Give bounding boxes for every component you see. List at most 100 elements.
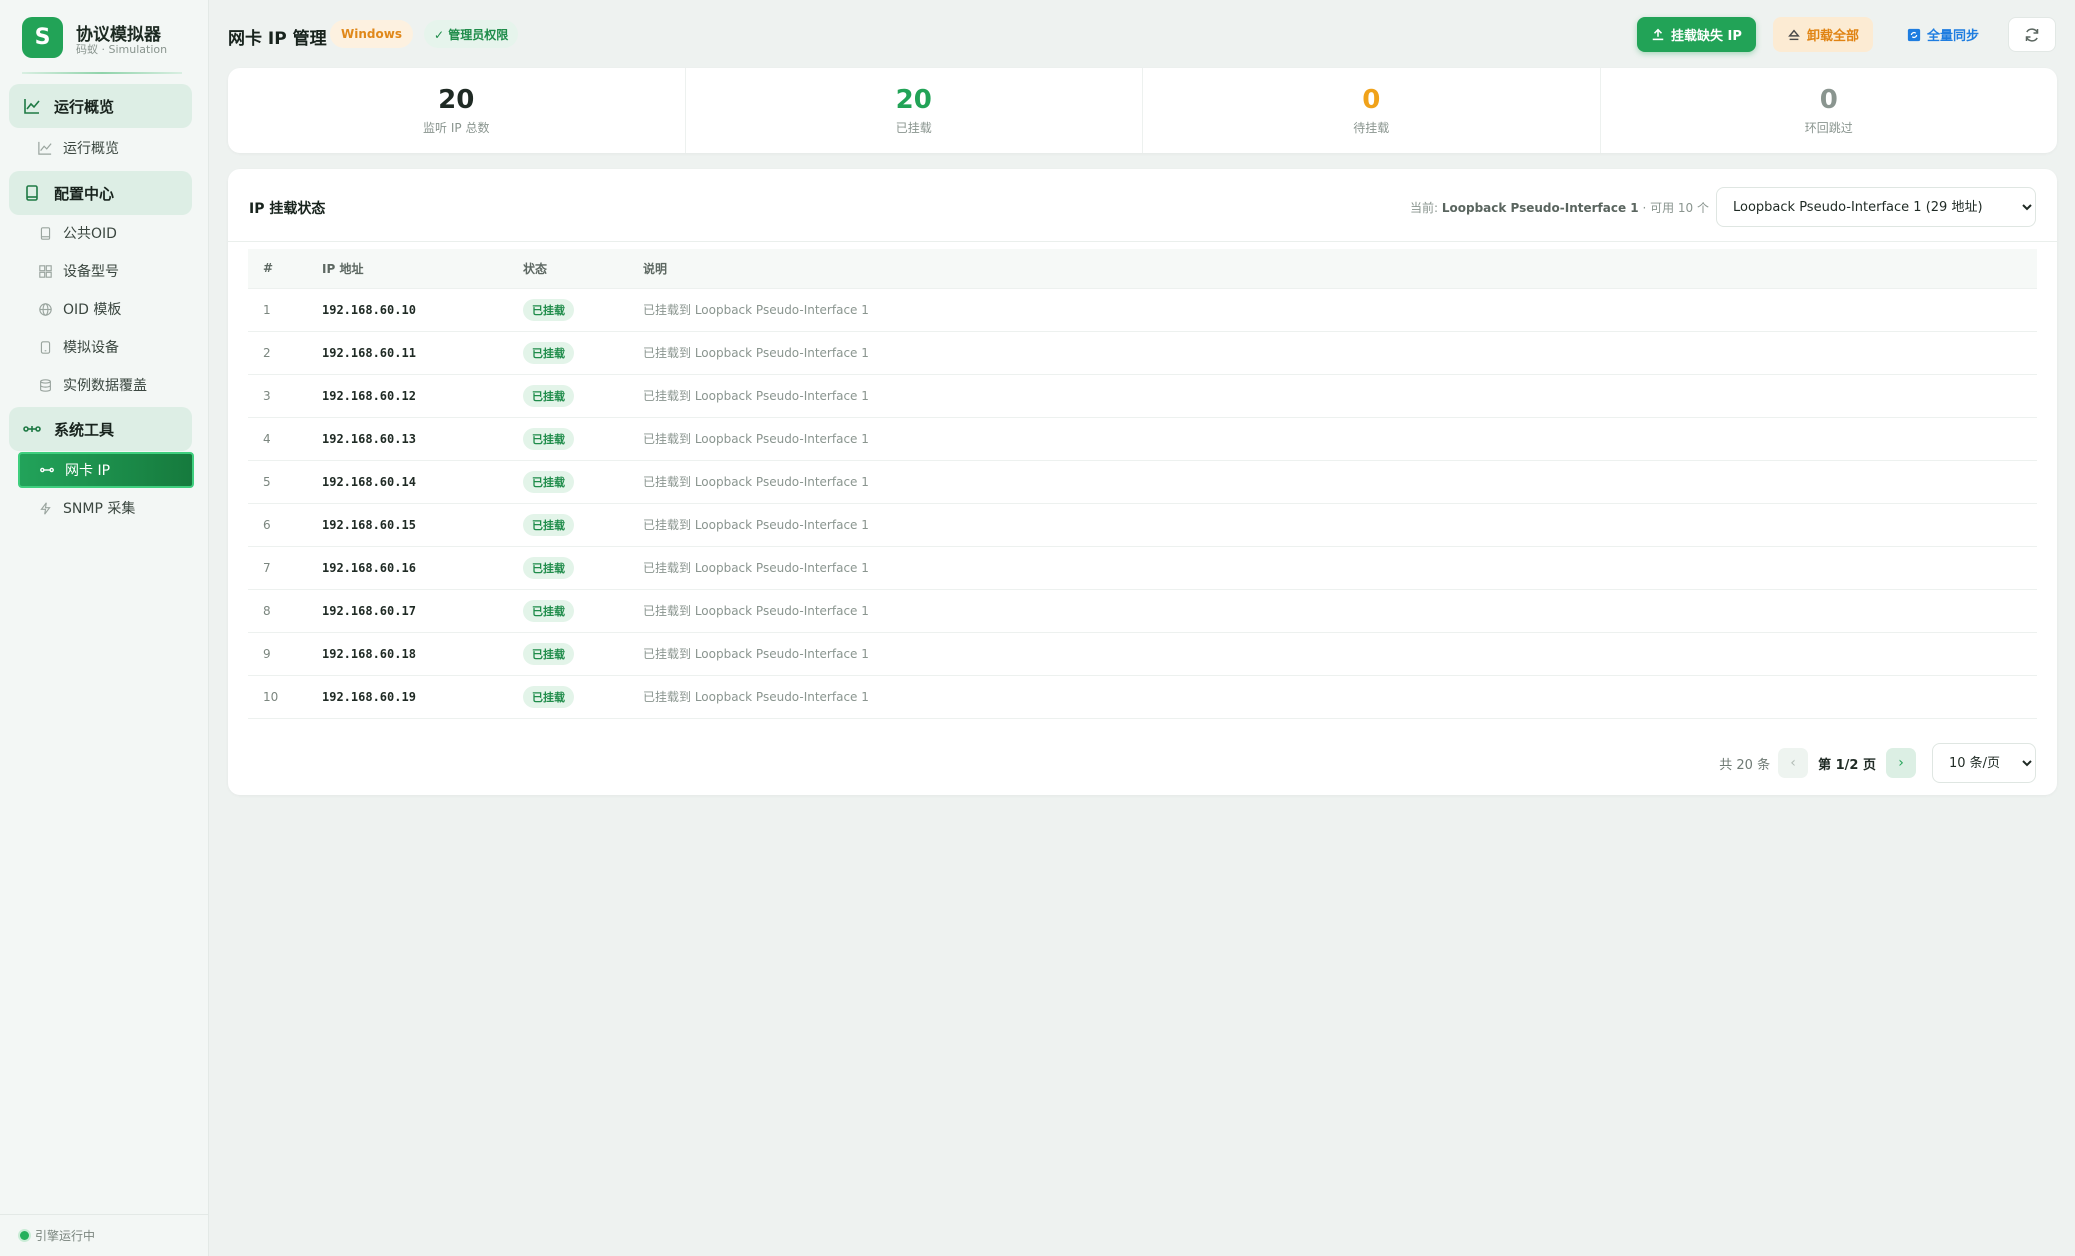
sidebar-item-label: SNMP 采集: [63, 501, 136, 517]
meta-interface: Loopback Pseudo-Interface 1: [1441, 201, 1639, 215]
stat-value: 0: [1362, 85, 1381, 115]
sidebar-item-device-model[interactable]: 设备型号: [18, 253, 194, 289]
device-icon: [38, 340, 52, 354]
description: 已挂载到 Loopback Pseudo-Interface 1: [628, 330, 2037, 374]
sidebar-item-oid-template[interactable]: OID 模板: [18, 291, 194, 327]
row-index: 2: [248, 330, 307, 374]
ip-address: 192.168.60.11: [307, 330, 508, 374]
ip-table: # IP 地址 状态 说明 1 192.168.60.10 已挂载 已挂载到 Loop…: [248, 249, 2037, 719]
ip-address: 192.168.60.17: [307, 588, 508, 632]
sidebar-item-public-oid[interactable]: 公共OID: [18, 215, 194, 251]
status-cell: 已挂载: [508, 416, 628, 460]
chevron-left-icon: ‹: [1790, 755, 1796, 771]
nav-group-config[interactable]: 配置中心: [9, 171, 192, 215]
table-row: 5 192.168.60.14 已挂载 已挂载到 Loopback Pseudo-In…: [248, 459, 2037, 503]
sidebar-item-label: OID 模板: [63, 302, 122, 318]
ip-address: 192.168.60.15: [307, 502, 508, 546]
status-cell: 已挂载: [508, 631, 628, 675]
table-header-row: # IP 地址 状态 说明: [248, 249, 2037, 288]
sidebar-item-label: 运行概览: [63, 141, 119, 157]
brand-logo: S: [22, 17, 63, 58]
nav-group-system-tools[interactable]: 系统工具: [9, 407, 192, 451]
os-badge: Windows: [330, 20, 413, 48]
ip-address: 192.168.60.12: [307, 373, 508, 417]
page-title: 网卡 IP 管理: [228, 29, 327, 49]
sidebar-item-nic-ip[interactable]: 网卡 IP: [18, 452, 194, 488]
full-sync-button[interactable]: 全量同步: [1893, 17, 1993, 52]
ip-address: 192.168.60.18: [307, 631, 508, 675]
sidebar: S 协议模拟器 码蚁 · Simulation 运行概览 运行概览 配置中心 公…: [0, 0, 209, 1256]
status-cell: 已挂载: [508, 502, 628, 546]
status-cell: 已挂载: [508, 674, 628, 719]
status-badge: 已挂载: [523, 384, 574, 407]
chevron-right-icon: ›: [1898, 755, 1904, 771]
sidebar-item-label: 模拟设备: [63, 340, 119, 356]
table-row: 3 192.168.60.12 已挂载 已挂载到 Loopback Pseudo-In…: [248, 373, 2037, 417]
description: 已挂载到 Loopback Pseudo-Interface 1: [628, 674, 2037, 719]
bolt-icon: [38, 501, 52, 515]
sidebar-item-label: 实例数据覆盖: [63, 378, 147, 394]
sidebar-item-instance-override[interactable]: 实例数据覆盖: [18, 367, 194, 403]
nav-group-label: 配置中心: [54, 184, 115, 203]
page-size-select[interactable]: 10 条/页: [1932, 743, 2036, 783]
nav-group-overview[interactable]: 运行概览: [9, 84, 192, 128]
ip-status-card: IP 挂载状态 当前: Loopback Pseudo-Interface 1 …: [228, 169, 2057, 795]
brand[interactable]: S 协议模拟器 码蚁 · Simulation: [22, 17, 202, 59]
description: 已挂载到 Loopback Pseudo-Interface 1: [628, 502, 2037, 546]
button-label: 全量同步: [1927, 29, 1980, 44]
ip-address: 192.168.60.16: [307, 545, 508, 589]
status-cell: 已挂载: [508, 459, 628, 503]
sidebar-item-snmp-collect[interactable]: SNMP 采集: [18, 490, 194, 526]
status-cell: 已挂载: [508, 287, 628, 331]
engine-status-text: 引擎运行中: [35, 1229, 96, 1243]
status-cell: 已挂载: [508, 545, 628, 589]
database-icon: [38, 378, 52, 392]
status-badge: 已挂载: [523, 599, 574, 622]
status-badge: 已挂载: [523, 298, 574, 321]
stat-total-ip: 20 监听 IP 总数: [228, 68, 686, 153]
brand-subtitle: 码蚁 · Simulation: [76, 43, 168, 56]
stat-value: 20: [438, 85, 475, 115]
status-badge: 已挂载: [523, 341, 574, 364]
unmount-all-button[interactable]: 卸载全部: [1773, 17, 1874, 52]
row-index: 8: [248, 588, 307, 632]
upload-icon: [1651, 28, 1665, 42]
stat-label: 待挂载: [1353, 121, 1390, 135]
next-page-button[interactable]: ›: [1886, 748, 1916, 778]
button-label: 挂载缺失 IP: [1671, 29, 1742, 44]
description: 已挂载到 Loopback Pseudo-Interface 1: [628, 287, 2037, 331]
mount-missing-ip-button[interactable]: 挂载缺失 IP: [1637, 17, 1756, 52]
row-index: 9: [248, 631, 307, 675]
status-badge: 已挂载: [523, 556, 574, 579]
stat-label: 已挂载: [895, 121, 932, 135]
stat-label: 环回跳过: [1804, 121, 1853, 135]
description: 已挂载到 Loopback Pseudo-Interface 1: [628, 459, 2037, 503]
row-index: 6: [248, 502, 307, 546]
status-badge: 已挂载: [523, 642, 574, 665]
sidebar-item-label: 公共OID: [63, 226, 117, 242]
divider: [228, 241, 2057, 242]
row-index: 5: [248, 459, 307, 503]
status-cell: 已挂载: [508, 330, 628, 374]
status-badge: 已挂载: [523, 470, 574, 493]
table-row: 9 192.168.60.18 已挂载 已挂载到 Loopback Pseudo-In…: [248, 631, 2037, 675]
refresh-button[interactable]: [2008, 17, 2056, 52]
row-index: 1: [248, 287, 307, 331]
admin-badge: ✓ 管理员权限: [424, 20, 519, 48]
stat-value: 0: [1819, 85, 1838, 115]
globe-icon: [38, 302, 52, 316]
interface-select[interactable]: Loopback Pseudo-Interface 1 (29 地址): [1716, 187, 2036, 227]
status-dot-icon: [20, 1231, 29, 1240]
sidebar-item-overview[interactable]: 运行概览: [18, 130, 194, 166]
stat-loopback-skipped: 0 环回跳过: [1601, 68, 2058, 153]
description: 已挂载到 Loopback Pseudo-Interface 1: [628, 416, 2037, 460]
sidebar-item-sim-device[interactable]: 模拟设备: [18, 329, 194, 365]
prev-page-button[interactable]: ‹: [1778, 748, 1809, 778]
row-index: 4: [248, 416, 307, 460]
network-icon: [40, 463, 54, 477]
chart-line-icon: [38, 141, 52, 155]
table-row: 7 192.168.60.16 已挂载 已挂载到 Loopback Pseudo-In…: [248, 545, 2037, 589]
row-index: 10: [248, 674, 307, 719]
meta-prefix: 当前:: [1409, 201, 1442, 215]
status-badge: 已挂载: [523, 513, 574, 536]
